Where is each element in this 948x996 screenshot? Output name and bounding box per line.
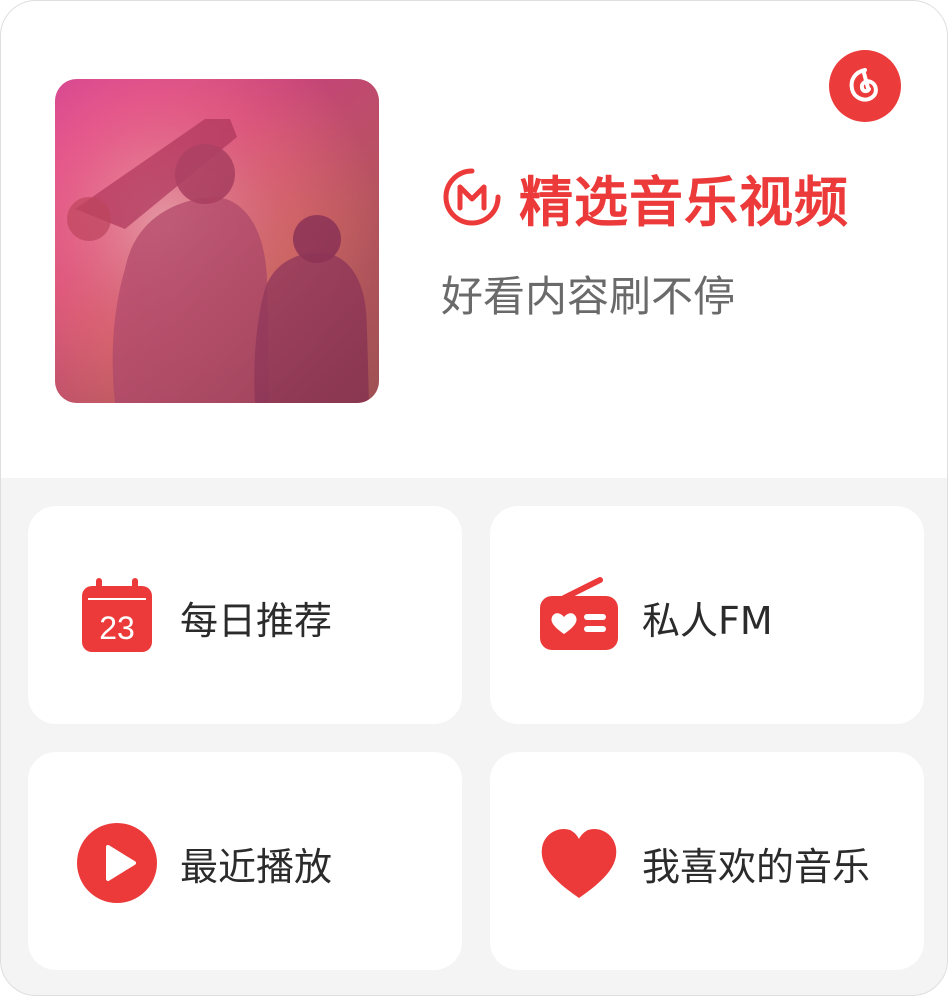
- tile-label: 我喜欢的音乐: [642, 845, 871, 889]
- featured-video-card[interactable]: 精选音乐视频 好看内容刷不停: [1, 1, 947, 478]
- heart-icon: [541, 828, 617, 898]
- title-row: 精选音乐视频: [441, 161, 849, 234]
- tile-label: 最近播放: [180, 845, 333, 889]
- liked-music-tile[interactable]: 我喜欢的音乐: [490, 752, 924, 970]
- play-circle-icon: [77, 823, 157, 903]
- recently-played-tile[interactable]: 最近播放: [28, 752, 462, 970]
- tile-label: 私人FM: [642, 599, 773, 643]
- calendar-date: 23: [99, 610, 135, 646]
- radio-heart-icon: [540, 577, 618, 650]
- page-title: 精选音乐视频: [519, 170, 849, 234]
- mv-icon: [443, 168, 501, 226]
- cover-image[interactable]: [55, 79, 379, 403]
- tile-label: 每日推荐: [180, 599, 333, 643]
- calendar-icon: 23: [82, 578, 152, 652]
- netease-music-logo: [829, 50, 901, 122]
- daily-recommend-tile[interactable]: 23 每日推荐: [28, 506, 462, 724]
- netease-logo-icon: [849, 68, 878, 102]
- music-widget: 精选音乐视频 好看内容刷不停 23 每日推荐 私人FM 最近播放 我喜欢的音乐: [0, 0, 948, 996]
- concert-photo: [55, 79, 379, 403]
- page-subtitle: 好看内容刷不停: [441, 272, 736, 321]
- private-fm-tile[interactable]: 私人FM: [490, 506, 924, 724]
